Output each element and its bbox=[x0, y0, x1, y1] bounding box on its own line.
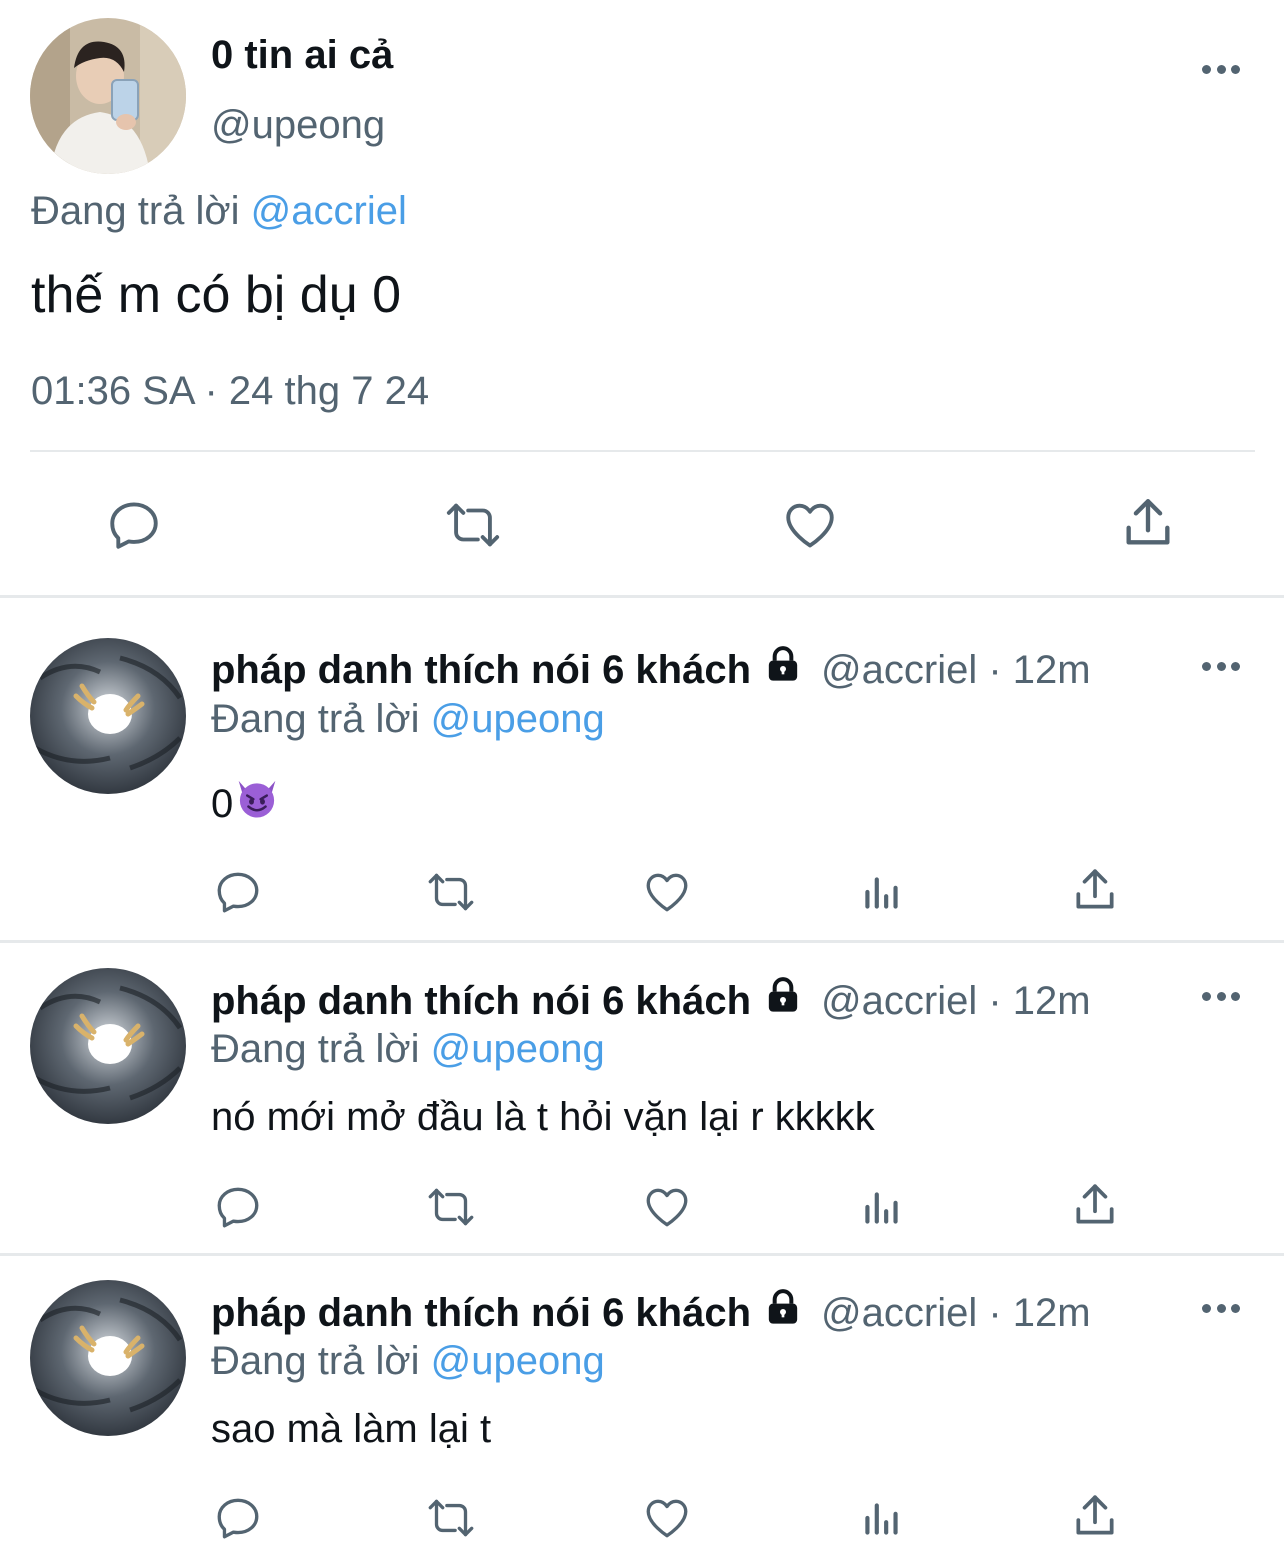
main-avatar[interactable] bbox=[30, 18, 186, 174]
reply-header: pháp danh thích nói 6 khách @accriel · 1… bbox=[211, 1287, 1091, 1339]
reply-header: pháp danh thích nói 6 khách @accriel · 1… bbox=[211, 644, 1091, 696]
views-icon[interactable] bbox=[856, 866, 908, 918]
reply-icon[interactable] bbox=[212, 1492, 264, 1544]
reply-header: pháp danh thích nói 6 khách @accriel · 1… bbox=[211, 975, 1091, 1027]
retweet-icon[interactable] bbox=[421, 866, 481, 918]
reply-icon[interactable] bbox=[212, 866, 264, 918]
tweet-text: 0 bbox=[211, 776, 279, 832]
handle-and-time[interactable]: @accriel · 12m bbox=[821, 976, 1091, 1026]
replying-prefix: Đang trả lời bbox=[31, 189, 240, 233]
replying-prefix: Đang trả lời bbox=[211, 1339, 420, 1383]
tweet-text-content: nó mới mở đầu là t hỏi vặn lại r kkkkk bbox=[211, 1095, 875, 1139]
replying-to-link[interactable]: @upeong bbox=[431, 1027, 605, 1071]
tweet-text: sao mà làm lại t bbox=[211, 1404, 491, 1454]
replying-prefix: Đang trả lời bbox=[211, 1027, 420, 1071]
like-icon[interactable] bbox=[641, 1492, 693, 1544]
tweet-text-content: 0 bbox=[211, 782, 234, 826]
like-icon[interactable] bbox=[641, 1181, 693, 1233]
handle-and-time[interactable]: @accriel · 12m bbox=[821, 645, 1091, 695]
replying-to-link[interactable]: @upeong bbox=[431, 1339, 605, 1383]
share-icon[interactable] bbox=[1069, 1490, 1121, 1542]
replying-to-link[interactable]: @accriel bbox=[251, 189, 407, 233]
display-name[interactable]: pháp danh thích nói 6 khách bbox=[211, 976, 751, 1026]
tweet-text: nó mới mở đầu là t hỏi vặn lại r kkkkk bbox=[211, 1092, 875, 1142]
main-tweet: 0 tin ai cả @upeong Đang trả lời @accrie… bbox=[0, 0, 1284, 597]
retweet-icon[interactable] bbox=[438, 495, 508, 555]
more-options-icon[interactable] bbox=[1199, 57, 1243, 81]
tweet-timestamp[interactable]: 01:36 SA · 24 thg 7 24 bbox=[31, 366, 429, 416]
replying-to-line: Đang trả lời @upeong bbox=[211, 694, 605, 744]
reply-icon[interactable] bbox=[212, 1181, 264, 1233]
share-icon[interactable] bbox=[1118, 493, 1178, 553]
more-options-icon[interactable] bbox=[1199, 1296, 1243, 1320]
protected-lock-icon bbox=[763, 644, 803, 696]
reply-icon[interactable] bbox=[104, 495, 164, 555]
like-icon[interactable] bbox=[641, 866, 693, 918]
views-icon[interactable] bbox=[856, 1181, 908, 1233]
tweet-text-content: sao mà làm lại t bbox=[211, 1407, 492, 1451]
reply-tweet[interactable]: pháp danh thích nói 6 khách @accriel · 1… bbox=[0, 598, 1284, 940]
display-name[interactable]: pháp danh thích nói 6 khách bbox=[211, 1288, 751, 1338]
reply-avatar[interactable] bbox=[30, 1280, 186, 1436]
handle[interactable]: @upeong bbox=[211, 100, 385, 150]
reply-avatar[interactable] bbox=[30, 638, 186, 794]
replying-prefix: Đang trả lời bbox=[211, 697, 420, 741]
replying-to-line: Đang trả lời @upeong bbox=[211, 1336, 605, 1386]
reply-tweet[interactable]: pháp danh thích nói 6 khách @accriel · 1… bbox=[0, 943, 1284, 1253]
replying-to-line: Đang trả lời @upeong bbox=[211, 1024, 605, 1074]
more-options-icon[interactable] bbox=[1199, 654, 1243, 678]
smiling-imp-emoji-icon bbox=[235, 776, 279, 832]
replying-to-line: Đang trả lời @accriel bbox=[31, 186, 407, 236]
tweet-text: thế m có bị dụ 0 bbox=[31, 266, 401, 324]
share-icon[interactable] bbox=[1069, 1179, 1121, 1231]
retweet-icon[interactable] bbox=[421, 1181, 481, 1233]
divider bbox=[30, 450, 1255, 452]
handle-and-time[interactable]: @accriel · 12m bbox=[821, 1288, 1091, 1338]
retweet-icon[interactable] bbox=[421, 1492, 481, 1544]
protected-lock-icon bbox=[763, 975, 803, 1027]
share-icon[interactable] bbox=[1069, 864, 1121, 916]
like-icon[interactable] bbox=[780, 495, 840, 555]
more-options-icon[interactable] bbox=[1199, 984, 1243, 1008]
reply-avatar[interactable] bbox=[30, 968, 186, 1124]
reply-tweet[interactable]: pháp danh thích nói 6 khách @accriel · 1… bbox=[0, 1256, 1284, 1557]
replying-to-link[interactable]: @upeong bbox=[431, 697, 605, 741]
protected-lock-icon bbox=[763, 1287, 803, 1339]
display-name[interactable]: pháp danh thích nói 6 khách bbox=[211, 645, 751, 695]
views-icon[interactable] bbox=[856, 1492, 908, 1544]
display-name[interactable]: 0 tin ai cả bbox=[211, 30, 393, 80]
